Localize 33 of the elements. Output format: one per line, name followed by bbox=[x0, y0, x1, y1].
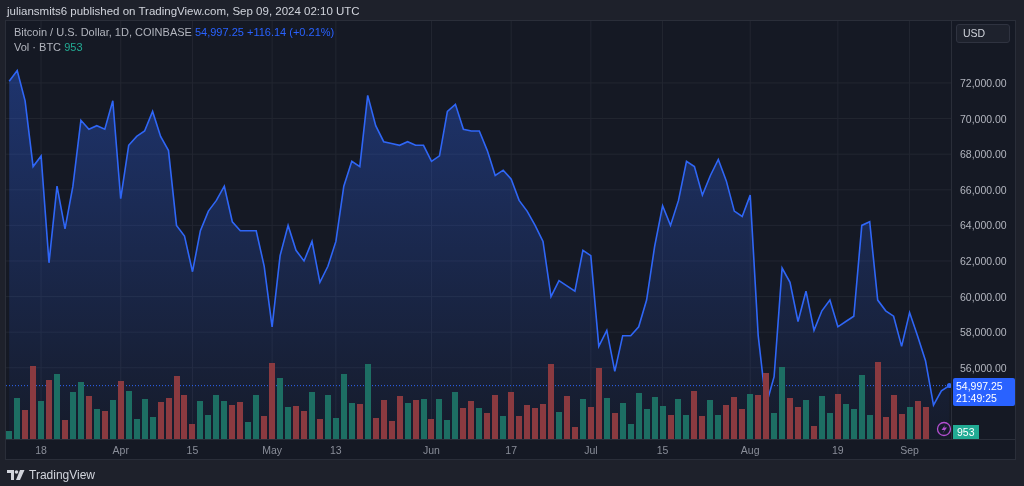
date-tick-label: May bbox=[262, 443, 283, 458]
price-tick-label: 58,000.00 bbox=[960, 325, 1007, 341]
price-label: 54,997.25 21:49:25 bbox=[953, 377, 1015, 406]
date-tick-label: Jul bbox=[584, 443, 598, 458]
price-tick-label: 56,000.00 bbox=[960, 360, 1007, 376]
price-tick-label: 70,000.00 bbox=[960, 111, 1007, 127]
price-tick-label: 68,000.00 bbox=[960, 147, 1007, 163]
volume-label: 953 bbox=[953, 425, 979, 439]
date-tick-label: 13 bbox=[330, 443, 342, 458]
brand-name: TradingView bbox=[29, 467, 96, 484]
price-tick-label: 62,000.00 bbox=[960, 253, 1007, 269]
date-tick-label: 15 bbox=[186, 443, 199, 458]
date-tick-label: Apr bbox=[112, 443, 129, 458]
price-tick-label: 66,000.00 bbox=[960, 182, 1007, 198]
logo-icon bbox=[7, 470, 25, 480]
volume-title: Vol · BTC bbox=[14, 41, 62, 53]
publish-info: juliansmits6 published on TradingView.com, Sep 09, 2024 02:10 UTC bbox=[7, 5, 360, 17]
symbol-title: Bitcoin / U.S. Dollar, 1D, COINBASE bbox=[14, 26, 192, 38]
price-tick-label: 72,000.00 bbox=[960, 75, 1007, 91]
currency-button[interactable]: USD bbox=[956, 24, 1010, 43]
date-tick-label: 19 bbox=[832, 443, 844, 458]
date-tick-label: Sep bbox=[900, 443, 919, 458]
date-tick-label: Aug bbox=[740, 443, 760, 458]
date-tick-label: 17 bbox=[505, 443, 517, 458]
price-change: +116.14 (+0.21%) bbox=[246, 26, 335, 38]
volume-value: 953 bbox=[64, 41, 83, 53]
date-tick-label: Jun bbox=[423, 443, 440, 458]
price-tick-label: 60,000.00 bbox=[960, 289, 1007, 305]
date-tick-label: 18 bbox=[35, 443, 47, 458]
date-tick-label: 15 bbox=[656, 443, 669, 458]
last-price: 54,997.25 bbox=[194, 26, 244, 38]
price-tick-label: 64,000.00 bbox=[960, 218, 1007, 234]
lightning-icon[interactable] bbox=[936, 421, 952, 437]
